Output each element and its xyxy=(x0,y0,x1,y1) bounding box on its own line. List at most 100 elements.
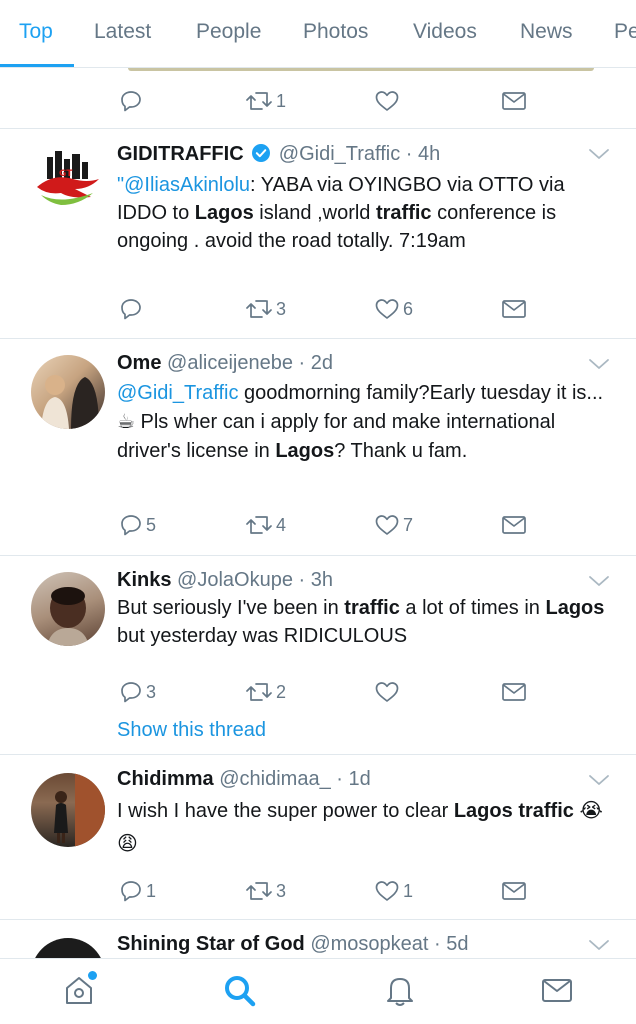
dm-icon xyxy=(502,882,526,900)
mention-link[interactable]: @Gidi_Traffic xyxy=(117,382,238,404)
highlighted-term: Lagos xyxy=(545,597,605,619)
search-tabs: Top Latest People Photos Videos News Pe xyxy=(0,0,636,68)
direct-message-button[interactable] xyxy=(501,297,527,321)
tweet[interactable]: Kinks @JolaOkupe · 3h But seriously I've… xyxy=(0,556,636,754)
reply-count: 5 xyxy=(146,514,157,535)
retweet-count: 1 xyxy=(276,90,287,111)
like-button[interactable] xyxy=(374,89,400,113)
reply-icon xyxy=(121,91,141,112)
search-icon xyxy=(225,976,256,1007)
tab-news[interactable]: News xyxy=(520,20,573,44)
like-icon xyxy=(375,91,399,111)
tab-people-partial[interactable]: Pe xyxy=(614,20,636,44)
tweet[interactable]: Ome @aliceijenebe · 2d @Gidi_Traffic goo… xyxy=(0,339,636,555)
user-photo-icon xyxy=(54,773,105,847)
mention-link[interactable]: @IliasAkinlolu xyxy=(124,174,250,196)
tab-people[interactable]: People xyxy=(196,20,261,44)
tweet-menu-button[interactable] xyxy=(588,357,610,376)
avatar[interactable] xyxy=(31,938,105,958)
tweet[interactable]: Chidimma @chidimaa_ · 1d I wish I have t… xyxy=(0,755,636,919)
handle-and-time[interactable]: @JolaOkupe · 3h xyxy=(177,569,333,591)
retweet-count: 3 xyxy=(276,298,287,319)
avatar[interactable] xyxy=(31,572,105,646)
tweet-menu-button[interactable] xyxy=(588,938,610,957)
handle-and-time[interactable]: @aliceijenebe · 2d xyxy=(167,352,333,374)
display-name[interactable]: Kinks xyxy=(117,569,171,591)
highlighted-term: traffic xyxy=(344,597,400,619)
retweet-button[interactable]: 3 xyxy=(245,297,286,321)
handle-and-time[interactable]: @chidimaa_ · 1d xyxy=(219,768,370,790)
tweet-text-part: island ,world xyxy=(253,202,376,224)
nav-messages[interactable] xyxy=(540,973,574,1012)
retweet-icon xyxy=(246,300,272,318)
like-button[interactable] xyxy=(374,680,400,704)
retweet-icon xyxy=(246,882,272,900)
svg-text:GT: GT xyxy=(59,169,73,179)
handle-and-time[interactable]: @Gidi_Traffic · 4h xyxy=(279,143,440,165)
reply-button[interactable] xyxy=(119,89,143,113)
tweet-menu-button[interactable] xyxy=(588,773,610,792)
media-preview-edge xyxy=(128,68,594,71)
like-button[interactable]: 6 xyxy=(374,297,413,321)
messages-icon xyxy=(542,979,572,1002)
show-thread-link[interactable]: Show this thread xyxy=(117,719,266,742)
display-name[interactable]: GIDITRAFFIC xyxy=(117,143,244,165)
like-icon xyxy=(375,881,399,901)
direct-message-button[interactable] xyxy=(501,680,527,704)
verified-badge-icon xyxy=(252,144,271,162)
reply-button[interactable] xyxy=(119,297,143,321)
like-icon xyxy=(375,299,399,319)
highlighted-term: Lagos xyxy=(453,800,513,822)
tweet-header: Kinks @JolaOkupe · 3h xyxy=(117,569,333,592)
dm-icon xyxy=(502,516,526,534)
giditraffic-logo-icon: GT xyxy=(37,151,99,205)
handle-and-time[interactable]: @mosopkeat · 5d xyxy=(310,933,468,955)
display-name[interactable]: Shining Star of God xyxy=(117,933,305,955)
tweet-header: GIDITRAFFIC @Gidi_Traffic · 4h xyxy=(117,143,440,166)
avatar[interactable] xyxy=(31,355,105,429)
direct-message-button[interactable] xyxy=(501,513,527,537)
chevron-down-icon xyxy=(589,359,609,369)
tweet-text: But seriously I've been in traffic a lot… xyxy=(117,594,617,650)
avatar[interactable]: GT xyxy=(31,143,105,217)
tweet-header: Shining Star of God @mosopkeat · 5d xyxy=(117,933,468,956)
reply-count: 3 xyxy=(146,681,157,702)
tweet-menu-button[interactable] xyxy=(588,574,610,593)
tab-videos[interactable]: Videos xyxy=(413,20,477,44)
tweet[interactable]: GT GIDITRAFFIC @Gidi_Traffic · 4h "@Ilia… xyxy=(0,129,636,338)
dm-icon xyxy=(502,92,526,110)
bottom-navigation xyxy=(0,958,636,1024)
tweet-menu-button[interactable] xyxy=(588,147,610,166)
retweet-button[interactable]: 3 xyxy=(245,879,286,903)
highlighted-term: traffic xyxy=(518,800,574,822)
avatar[interactable] xyxy=(31,773,105,847)
chevron-down-icon xyxy=(589,940,609,950)
reply-icon xyxy=(121,682,141,703)
retweet-count: 2 xyxy=(276,681,287,702)
nav-notifications[interactable] xyxy=(383,973,417,1012)
tab-top[interactable]: Top xyxy=(19,20,53,44)
reply-icon xyxy=(121,299,141,320)
reply-button[interactable]: 1 xyxy=(119,879,156,903)
user-photo-icon xyxy=(41,375,99,429)
like-button[interactable]: 1 xyxy=(374,879,413,903)
retweet-button[interactable]: 4 xyxy=(245,513,286,537)
display-name[interactable]: Chidimma xyxy=(117,768,214,790)
nav-search[interactable] xyxy=(222,973,258,1014)
retweet-button[interactable]: 2 xyxy=(245,680,286,704)
tweet-header: Chidimma @chidimaa_ · 1d xyxy=(117,768,371,791)
search-results-feed: 1 GT GIDITRAFFIC @Gidi_Traffic · 4h "@Il… xyxy=(0,68,636,958)
like-icon xyxy=(375,682,399,702)
tab-photos[interactable]: Photos xyxy=(303,20,368,44)
reply-button[interactable]: 3 xyxy=(119,680,156,704)
tab-latest[interactable]: Latest xyxy=(94,20,151,44)
tweet[interactable]: Shining Star of God @mosopkeat · 5d xyxy=(0,920,636,958)
display-name[interactable]: Ome xyxy=(117,352,161,374)
tweet-text-part: ? Thank u fam. xyxy=(334,440,468,462)
like-button[interactable]: 7 xyxy=(374,513,413,537)
reply-button[interactable]: 5 xyxy=(119,513,156,537)
tweet-header: Ome @aliceijenebe · 2d xyxy=(117,352,333,375)
direct-message-button[interactable] xyxy=(501,89,527,113)
direct-message-button[interactable] xyxy=(501,879,527,903)
retweet-button[interactable]: 1 xyxy=(245,89,286,113)
